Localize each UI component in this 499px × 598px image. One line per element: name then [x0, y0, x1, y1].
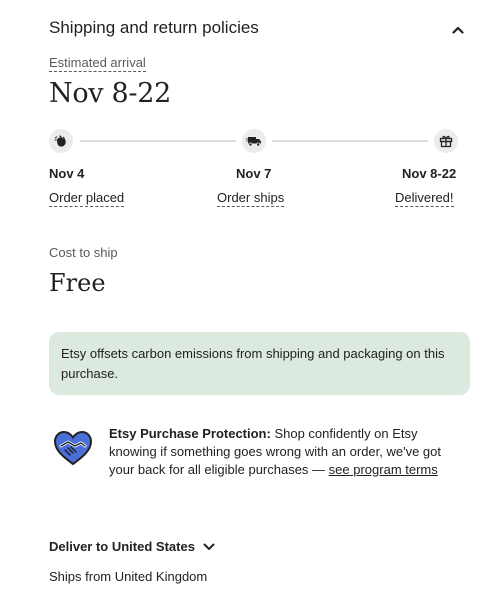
step-1-date: Nov 4: [49, 166, 85, 181]
cost-to-ship-label: Cost to ship: [49, 245, 118, 260]
section-title: Shipping and return policies: [49, 18, 259, 37]
step-3-date: Nov 8-22: [402, 166, 457, 181]
hand-wave-icon: [54, 135, 66, 147]
see-program-terms-link[interactable]: see program terms: [329, 462, 438, 477]
timeline-track-1: [80, 140, 236, 142]
handshake-heart-icon: [51, 428, 95, 468]
gift-icon: [439, 135, 453, 148]
step-order-placed-icon: [49, 129, 73, 153]
truck-icon: [246, 137, 261, 147]
step-1-label[interactable]: Order placed: [49, 190, 125, 207]
chevron-down-icon: [203, 543, 215, 550]
ships-from-text: Ships from United Kingdom: [49, 569, 208, 584]
estimated-arrival-label[interactable]: Estimated arrival: [49, 55, 146, 72]
step-3-label[interactable]: Delivered!: [395, 190, 454, 207]
chevron-up-icon: [452, 26, 464, 34]
deliver-to-selector[interactable]: Deliver to United States: [49, 539, 215, 554]
step-2-label[interactable]: Order ships: [217, 190, 285, 207]
estimated-arrival-date: Nov 8-22: [49, 78, 171, 109]
purchase-protection-title: Etsy Purchase Protection:: [109, 426, 271, 441]
purchase-protection-text: Etsy Purchase Protection: Shop confident…: [109, 425, 459, 479]
deliver-to-label: Deliver to United States: [49, 539, 195, 554]
step-delivered-icon: [434, 129, 458, 153]
collapse-button[interactable]: [448, 22, 468, 38]
timeline-track-2: [272, 140, 428, 142]
step-order-ships-icon: [242, 129, 266, 153]
carbon-offset-notice: Etsy offsets carbon emissions from shipp…: [49, 332, 470, 395]
cost-to-ship-value: Free: [49, 269, 106, 297]
step-2-date: Nov 7: [236, 166, 272, 181]
